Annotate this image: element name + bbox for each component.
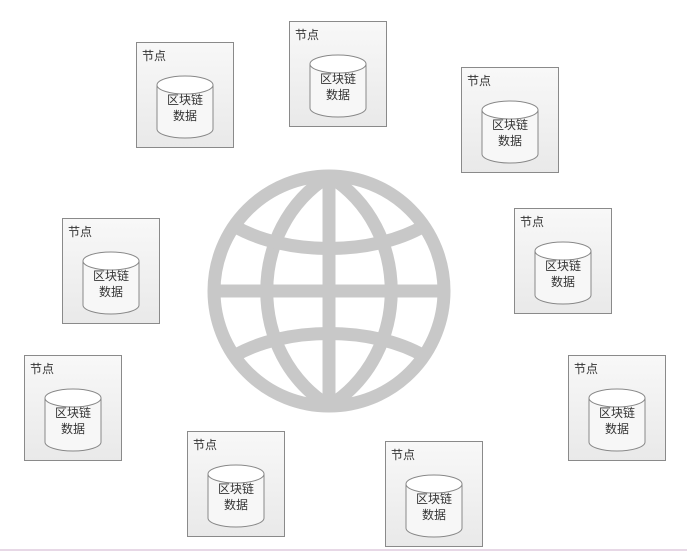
blockchain-data-store: 区块链 数据 bbox=[156, 75, 214, 139]
blockchain-data-store: 区块链 数据 bbox=[481, 100, 539, 164]
node-box: 节点 区块链 数据 bbox=[289, 21, 387, 127]
node-box: 节点 区块链 数据 bbox=[62, 218, 160, 324]
blockchain-data-store: 区块链 数据 bbox=[44, 388, 102, 452]
node-box: 节点 区块链 数据 bbox=[461, 67, 559, 173]
db-label-line2: 数据 bbox=[604, 422, 629, 436]
blockchain-data-store: 区块链 数据 bbox=[534, 241, 592, 305]
node-box: 节点 区块链 数据 bbox=[568, 355, 666, 461]
db-label-line2: 数据 bbox=[60, 422, 85, 436]
node-label: 节点 bbox=[520, 215, 545, 229]
db-label-line1: 区块链 bbox=[92, 269, 129, 283]
db-label-line2: 数据 bbox=[223, 498, 248, 512]
db-label-line1: 区块链 bbox=[54, 406, 91, 420]
node-box: 节点 区块链 数据 bbox=[385, 441, 483, 547]
blockchain-data-store: 区块链 数据 bbox=[405, 474, 463, 538]
db-label-line2: 数据 bbox=[421, 508, 446, 522]
db-label-line1: 区块链 bbox=[491, 118, 528, 132]
db-label-line1: 区块链 bbox=[166, 93, 203, 107]
node-label: 节点 bbox=[68, 225, 93, 239]
node-label: 节点 bbox=[391, 448, 416, 462]
network-diagram: 节点 区块链 数据 节点 区块链 数据 节点 区块链 数据 节点 区块链 数据 … bbox=[0, 0, 687, 552]
node-label: 节点 bbox=[193, 438, 218, 452]
node-label: 节点 bbox=[30, 362, 55, 376]
db-label-line1: 区块链 bbox=[544, 259, 581, 273]
blockchain-data-store: 区块链 数据 bbox=[588, 388, 646, 452]
db-label-line2: 数据 bbox=[497, 134, 522, 148]
db-label-line1: 区块链 bbox=[217, 482, 254, 496]
db-label-line2: 数据 bbox=[550, 275, 575, 289]
db-label-line2: 数据 bbox=[98, 285, 123, 299]
node-box: 节点 区块链 数据 bbox=[187, 431, 285, 537]
db-label-line2: 数据 bbox=[325, 88, 350, 102]
blockchain-data-store: 区块链 数据 bbox=[309, 54, 367, 118]
node-box: 节点 区块链 数据 bbox=[136, 42, 234, 148]
db-label-line1: 区块链 bbox=[319, 72, 356, 86]
bottom-edge-divider bbox=[0, 549, 687, 551]
blockchain-data-store: 区块链 数据 bbox=[207, 464, 265, 528]
node-box: 节点 区块链 数据 bbox=[24, 355, 122, 461]
node-label: 节点 bbox=[574, 362, 599, 376]
globe-icon bbox=[207, 169, 451, 413]
blockchain-data-store: 区块链 数据 bbox=[82, 251, 140, 315]
node-label: 节点 bbox=[467, 74, 492, 88]
db-label-line2: 数据 bbox=[172, 109, 197, 123]
node-label: 节点 bbox=[295, 28, 320, 42]
db-label-line1: 区块链 bbox=[598, 406, 635, 420]
node-label: 节点 bbox=[142, 49, 167, 63]
node-box: 节点 区块链 数据 bbox=[514, 208, 612, 314]
db-label-line1: 区块链 bbox=[415, 492, 452, 506]
